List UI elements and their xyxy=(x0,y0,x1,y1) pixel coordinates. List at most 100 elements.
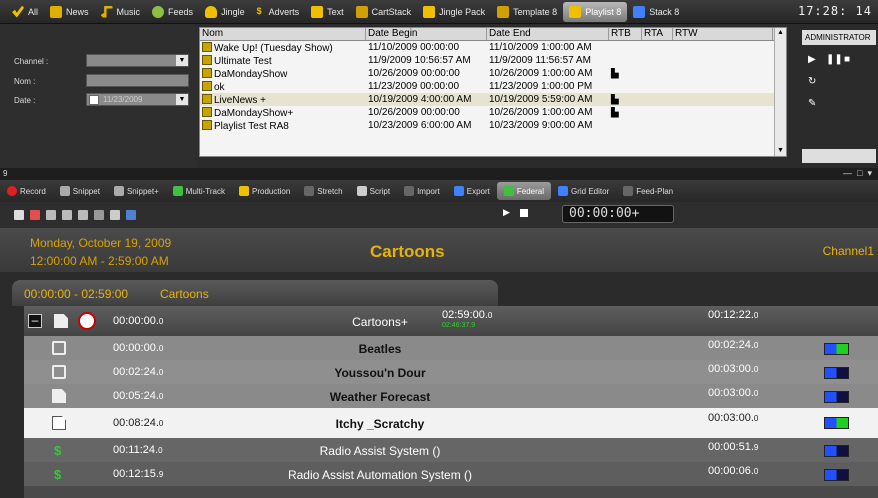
channel-select[interactable]: ▼ xyxy=(86,54,189,67)
document-icon xyxy=(52,389,66,403)
tab-federal[interactable]: Federal xyxy=(496,182,551,200)
scroll-up-icon[interactable]: ▲ xyxy=(775,28,786,38)
jingle-icon xyxy=(205,5,218,18)
tab-export[interactable]: Export xyxy=(447,186,497,196)
tab-record[interactable]: Record xyxy=(0,186,53,196)
tab-jingle[interactable]: Jingle xyxy=(199,2,251,22)
tab-text[interactable]: Text xyxy=(305,2,350,22)
table-row[interactable]: DaMondayShow+ 10/26/2009 00:00:00 10/26/… xyxy=(200,106,786,119)
table-scrollbar[interactable]: ▲ ▼ xyxy=(774,28,786,156)
print-icon[interactable] xyxy=(78,210,88,220)
tab-feed-plan[interactable]: Feed-Plan xyxy=(616,186,680,196)
nom-label: Nom : xyxy=(14,77,36,86)
date-checkbox[interactable] xyxy=(89,95,99,105)
color-tag[interactable] xyxy=(824,469,849,481)
duration: 00:02:24.0 xyxy=(708,339,759,351)
tab-stretch[interactable]: Stretch xyxy=(297,186,349,196)
schedule-row[interactable]: 00:05:24.0 Weather Forecast 00:03:00.0 xyxy=(12,384,878,408)
item-name: Itchy _Scratchy xyxy=(335,417,425,431)
schedule-channel: Channel1 xyxy=(822,244,874,258)
schedule-row[interactable]: $ 00:11:24.0 Radio Assist System () 00:0… xyxy=(12,438,878,462)
tab-snippet-plus[interactable]: Snippet+ xyxy=(107,186,166,196)
stop-icon[interactable] xyxy=(520,209,528,217)
column-header-rta[interactable]: RTA xyxy=(642,28,673,40)
tab-news[interactable]: News xyxy=(44,2,95,22)
schedule-row[interactable]: 00:02:24.0 Youssou'n Dour 00:03:00.0 xyxy=(12,360,878,384)
tab-grid-editor[interactable]: Grid Editor xyxy=(551,186,616,196)
play-icon[interactable]: ▶ xyxy=(503,207,510,218)
schedule-row[interactable]: $ 00:12:15.9 Radio Assist Automation Sys… xyxy=(12,462,878,486)
scroll-down-icon[interactable]: ▼ xyxy=(775,146,786,156)
pause-icon[interactable]: ❚❚ xyxy=(826,54,843,65)
collapse-icon[interactable]: – xyxy=(28,314,42,328)
stop-icon[interactable]: ■ xyxy=(844,54,850,65)
color-tag[interactable] xyxy=(824,417,849,429)
date-picker[interactable]: 11/23/2009 ▼ xyxy=(86,93,189,106)
tab-import[interactable]: Import xyxy=(397,186,447,196)
table-row[interactable]: Playlist Test RA8 10/23/2009 6:00:00 AM … xyxy=(200,119,786,132)
tab-stack-8[interactable]: Stack 8 xyxy=(627,2,685,22)
table-row-selected[interactable]: LiveNews + 10/19/2009 4:00:00 AM 10/19/2… xyxy=(200,93,786,106)
column-header-nom[interactable]: Nom xyxy=(200,28,366,40)
channel-label: Channel : xyxy=(14,57,49,66)
dollar-icon: $ xyxy=(256,5,262,16)
tab-cartstack[interactable]: CartStack xyxy=(350,2,418,22)
schedule-row[interactable]: 00:00:00.0 Beatles 00:02:24.0 xyxy=(12,336,878,360)
music-icon xyxy=(52,365,66,379)
column-header-date-end[interactable]: Date End xyxy=(487,28,609,40)
tab-all[interactable]: All xyxy=(6,2,44,22)
multitrack-icon xyxy=(172,186,183,196)
tab-music[interactable]: Music xyxy=(95,2,147,22)
item-name: Radio Assist System () xyxy=(319,444,441,458)
chevron-down-icon: ▼ xyxy=(176,94,188,105)
table-row[interactable]: ok 11/23/2009 00:00:00 11/23/2009 1:00:0… xyxy=(200,80,786,93)
tab-multi-track[interactable]: Multi-Track xyxy=(166,186,232,196)
table-row[interactable]: Wake Up! (Tuesday Show) 11/10/2009 00:00… xyxy=(200,41,786,54)
playlist-icon xyxy=(202,41,212,52)
color-tag[interactable] xyxy=(824,391,849,403)
script-icon xyxy=(356,186,367,196)
tab-adverts[interactable]: $ Adverts xyxy=(251,2,306,22)
start-time: 00:12:15.9 xyxy=(113,468,164,480)
tab-production[interactable]: Production xyxy=(232,186,297,196)
column-header-date-begin[interactable]: Date Begin xyxy=(366,28,487,40)
edit-icon[interactable]: ✎ xyxy=(808,98,816,109)
refresh-icon[interactable]: ↻ xyxy=(808,76,816,87)
play-icon[interactable]: ▶ xyxy=(808,54,816,65)
block-tab[interactable]: 00:00:00 - 02:59:00 Cartoons xyxy=(12,280,498,306)
new-icon[interactable] xyxy=(14,210,24,220)
schedule-row-selected[interactable]: 00:08:24.0 Itchy _Scratchy 00:03:00.0 xyxy=(12,408,878,438)
block-name: Cartoons xyxy=(160,287,209,301)
playlist-icon xyxy=(569,5,582,18)
jingle-pack-icon xyxy=(423,5,436,18)
properties-icon[interactable] xyxy=(110,210,120,220)
tab-jingle-pack[interactable]: Jingle Pack xyxy=(417,2,491,22)
column-header-rtb[interactable]: RTB xyxy=(609,28,642,40)
rtb-flag-icon: ▙ xyxy=(611,94,619,105)
table-row[interactable]: DaMondayShow 10/26/2009 00:00:00 10/26/2… xyxy=(200,67,786,80)
nom-input[interactable] xyxy=(86,74,189,87)
tab-script[interactable]: Script xyxy=(350,186,397,196)
tab-template-8[interactable]: Template 8 xyxy=(491,2,563,22)
playlist-icon xyxy=(202,119,212,130)
import-icon xyxy=(404,186,415,196)
feed-plan-icon xyxy=(623,186,634,196)
duration: 00:03:00.0 xyxy=(708,387,759,399)
copy-icon[interactable] xyxy=(46,210,56,220)
color-tag[interactable] xyxy=(824,343,849,355)
cut-icon[interactable] xyxy=(30,210,40,220)
tab-snippet[interactable]: Snippet xyxy=(53,186,107,196)
window-controls[interactable]: — □ ▾ xyxy=(843,168,872,179)
bottom-select[interactable] xyxy=(802,149,876,163)
tab-feeds[interactable]: Feeds xyxy=(146,2,199,22)
group-header-row[interactable]: – 00:00:00.0 Cartoons+ 02:59:00.0 02:46:… xyxy=(12,306,878,336)
tab-playlist-8[interactable]: Playlist 8 xyxy=(563,1,628,22)
table-row[interactable]: Ultimate Test 11/9/2009 10:56:57 AM 11/9… xyxy=(200,54,786,67)
color-tag[interactable] xyxy=(824,367,849,379)
user-select[interactable]: ADMINISTRATOR xyxy=(802,30,876,45)
save-icon[interactable] xyxy=(94,210,104,220)
users-icon[interactable] xyxy=(126,210,136,220)
column-header-rtw[interactable]: RTW xyxy=(673,28,773,40)
paste-icon[interactable] xyxy=(62,210,72,220)
color-tag[interactable] xyxy=(824,445,849,457)
